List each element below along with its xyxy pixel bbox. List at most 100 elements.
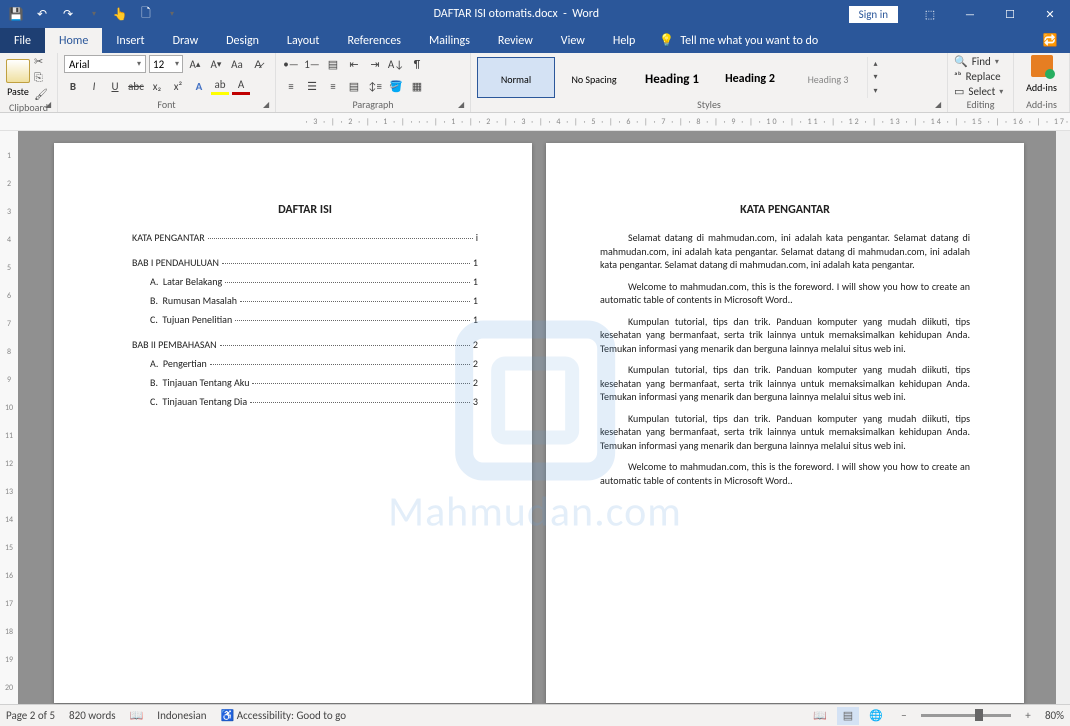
page-2[interactable]: KATA PENGANTAR Selamat datang di mahmuda…	[546, 143, 1024, 703]
sort-icon[interactable]: A↓	[387, 55, 405, 73]
style-normal[interactable]: Normal	[477, 57, 555, 98]
decrease-indent-icon[interactable]: ⇤	[345, 55, 363, 73]
subscript-button[interactable]: x₂	[148, 77, 166, 95]
cut-icon[interactable]: ✂	[34, 55, 48, 68]
highlight-icon[interactable]: ab	[211, 77, 229, 95]
strikethrough-button[interactable]: abc	[127, 77, 145, 95]
select-button[interactable]: ▭Select▾	[954, 85, 1007, 98]
multilevel-icon[interactable]: ▤	[324, 55, 342, 73]
numbering-icon[interactable]: 1—	[303, 55, 321, 73]
print-layout-icon[interactable]: ▤	[837, 707, 859, 725]
tab-mailings[interactable]: Mailings	[415, 28, 484, 53]
toc-entry[interactable]: BAB I PENDAHULUAN1	[132, 256, 478, 269]
toc-entry[interactable]: C. Tujuan Penelitian1	[132, 313, 478, 326]
vertical-scrollbar[interactable]	[1056, 131, 1070, 704]
grow-font-icon[interactable]: A▴	[186, 55, 204, 73]
word-count[interactable]: 820 words	[69, 709, 116, 722]
addins-group: Add-ins Add-ins	[1014, 53, 1070, 112]
zoom-out-icon[interactable]: −	[893, 707, 915, 725]
tell-me-search[interactable]: 💡 Tell me what you want to do	[659, 28, 818, 53]
line-spacing-icon[interactable]: ↕≡	[366, 77, 384, 95]
body-paragraph: Kumpulan tutorial, tips dan trik. Pandua…	[600, 363, 970, 404]
tab-view[interactable]: View	[547, 28, 599, 53]
font-size-select[interactable]: 12▾	[149, 55, 183, 73]
close-icon[interactable]: ✕	[1030, 0, 1070, 28]
paste-button[interactable]: Paste	[6, 59, 30, 98]
paragraph-launcher-icon[interactable]: ◢	[458, 100, 468, 110]
toc-entry[interactable]: C. Tinjauan Tentang Dia3	[132, 395, 478, 408]
bullets-icon[interactable]: •—	[282, 55, 300, 73]
tab-draw[interactable]: Draw	[159, 28, 213, 53]
qat-more-icon[interactable]: ▾	[160, 2, 184, 26]
tab-insert[interactable]: Insert	[102, 28, 158, 53]
font-launcher-icon[interactable]: ◢	[263, 100, 273, 110]
styles-more-icon[interactable]: ▴▾▾	[867, 57, 883, 98]
justify-icon[interactable]: ▤	[345, 77, 363, 95]
tab-file[interactable]: File	[0, 28, 45, 53]
sign-in-button[interactable]: Sign in	[849, 6, 898, 23]
styles-label: Styles	[477, 98, 941, 112]
addins-button[interactable]: Add-ins	[1020, 55, 1063, 94]
borders-icon[interactable]: ▦	[408, 77, 426, 95]
style-heading-2[interactable]: Heading 2	[711, 57, 789, 98]
toc-entry[interactable]: A. Pengertian2	[132, 357, 478, 370]
increase-indent-icon[interactable]: ⇥	[366, 55, 384, 73]
save-icon[interactable]: 💾	[4, 2, 28, 26]
font-color-icon[interactable]: A	[232, 77, 250, 95]
ribbon-display-icon[interactable]: ⬚	[910, 0, 950, 28]
page-count[interactable]: Page 2 of 5	[6, 709, 55, 722]
superscript-button[interactable]: x²	[169, 77, 187, 95]
redo-icon[interactable]: ↷	[56, 2, 80, 26]
page-1[interactable]: DAFTAR ISI KATA PENGANTARiBAB I PENDAHUL…	[54, 143, 532, 703]
tab-design[interactable]: Design	[212, 28, 273, 53]
bold-button[interactable]: B	[64, 77, 82, 95]
language-status[interactable]: Indonesian	[157, 709, 206, 722]
italic-button[interactable]: I	[85, 77, 103, 95]
zoom-in-icon[interactable]: +	[1017, 707, 1039, 725]
show-marks-icon[interactable]: ¶	[408, 55, 426, 73]
touch-mode-icon[interactable]: 👆	[108, 2, 132, 26]
style-no-spacing[interactable]: No Spacing	[555, 57, 633, 98]
zoom-level[interactable]: 80%	[1045, 709, 1064, 722]
horizontal-ruler[interactable]: · 3 · | · 2 · | · 1 · | · · · | · 1 · | …	[0, 113, 1070, 131]
maximize-icon[interactable]: ☐	[990, 0, 1030, 28]
spellcheck-icon[interactable]: 📖	[130, 709, 144, 722]
text-effects-icon[interactable]: A	[190, 77, 208, 95]
align-center-icon[interactable]: ☰	[303, 77, 321, 95]
shading-icon[interactable]: 🪣	[387, 77, 405, 95]
font-name-select[interactable]: Arial▾	[64, 55, 146, 73]
tab-layout[interactable]: Layout	[273, 28, 334, 53]
align-right-icon[interactable]: ≡	[324, 77, 342, 95]
shrink-font-icon[interactable]: A▾	[207, 55, 225, 73]
tab-review[interactable]: Review	[484, 28, 547, 53]
new-doc-icon[interactable]: 🗋	[134, 2, 158, 26]
underline-button[interactable]: U	[106, 77, 124, 95]
read-mode-icon[interactable]: 📖	[809, 707, 831, 725]
tab-help[interactable]: Help	[599, 28, 650, 53]
zoom-slider[interactable]	[921, 714, 1011, 717]
undo-icon[interactable]: ↶	[30, 2, 54, 26]
toc-entry[interactable]: BAB II PEMBAHASAN2	[132, 338, 478, 351]
toc-entry[interactable]: A. Latar Belakang1	[132, 275, 478, 288]
tab-references[interactable]: References	[333, 28, 415, 53]
tab-home[interactable]: Home	[45, 28, 102, 53]
style-heading-3[interactable]: Heading 3	[789, 57, 867, 98]
share-button[interactable]: 🔁	[1030, 28, 1070, 53]
copy-icon[interactable]: ⎘	[34, 71, 48, 85]
toc-entry[interactable]: KATA PENGANTARi	[132, 231, 478, 244]
styles-launcher-icon[interactable]: ◢	[935, 100, 945, 110]
accessibility-status[interactable]: ♿ Accessibility: Good to go	[221, 709, 346, 722]
clear-formatting-icon[interactable]: A̷	[249, 55, 267, 73]
minimize-icon[interactable]: —	[950, 0, 990, 28]
toc-entry[interactable]: B. Tinjauan Tentang Aku2	[132, 376, 478, 389]
vertical-ruler[interactable]: 123456789101112131415161718192021	[0, 131, 18, 704]
find-button[interactable]: 🔍Find▾	[954, 55, 1007, 68]
align-left-icon[interactable]: ≡	[282, 77, 300, 95]
change-case-icon[interactable]: Aa	[228, 55, 246, 73]
clipboard-launcher-icon[interactable]: ◢	[45, 100, 55, 110]
style-heading-1[interactable]: Heading 1	[633, 57, 711, 98]
toc-entry[interactable]: B. Rumusan Masalah1	[132, 294, 478, 307]
customize-qat-icon[interactable]: ▾	[82, 2, 106, 26]
web-layout-icon[interactable]: 🌐	[865, 707, 887, 725]
replace-button[interactable]: ᵃᵇReplace	[954, 70, 1007, 83]
